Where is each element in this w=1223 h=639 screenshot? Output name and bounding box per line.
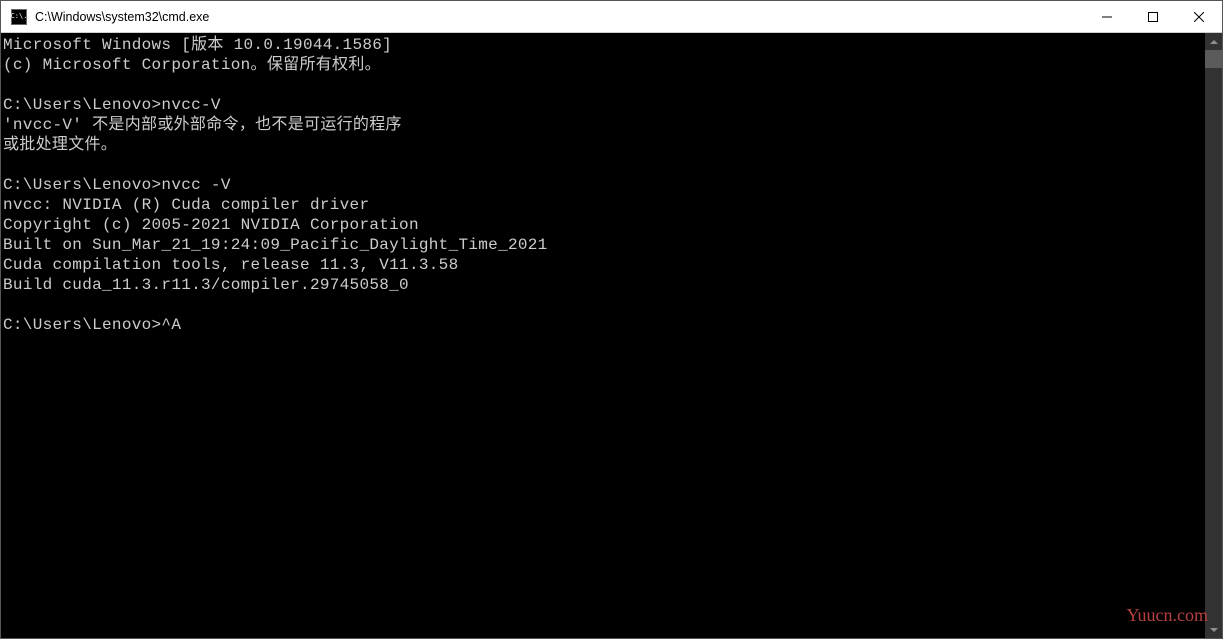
maximize-button[interactable] xyxy=(1130,1,1176,32)
titlebar[interactable]: C:\. C:\Windows\system32\cmd.exe xyxy=(1,1,1222,33)
close-icon xyxy=(1194,12,1204,22)
window-title: C:\Windows\system32\cmd.exe xyxy=(35,10,209,24)
scroll-down-button[interactable] xyxy=(1205,621,1222,638)
minimize-button[interactable] xyxy=(1084,1,1130,32)
close-button[interactable] xyxy=(1176,1,1222,32)
vertical-scrollbar[interactable] xyxy=(1205,33,1222,638)
cmd-icon-text: C:\. xyxy=(11,13,28,20)
cmd-icon: C:\. xyxy=(11,9,27,25)
console-output[interactable]: Microsoft Windows [版本 10.0.19044.1586] (… xyxy=(1,33,1205,638)
minimize-icon xyxy=(1102,12,1112,22)
maximize-icon xyxy=(1148,12,1158,22)
chevron-up-icon xyxy=(1210,40,1218,44)
chevron-down-icon xyxy=(1210,628,1218,632)
scrollbar-track[interactable] xyxy=(1205,50,1222,621)
cmd-window: C:\. C:\Windows\system32\cmd.exe Microso… xyxy=(0,0,1223,639)
scroll-up-button[interactable] xyxy=(1205,33,1222,50)
scrollbar-thumb[interactable] xyxy=(1205,50,1222,68)
window-controls xyxy=(1084,1,1222,32)
console-body: Microsoft Windows [版本 10.0.19044.1586] (… xyxy=(1,33,1222,638)
